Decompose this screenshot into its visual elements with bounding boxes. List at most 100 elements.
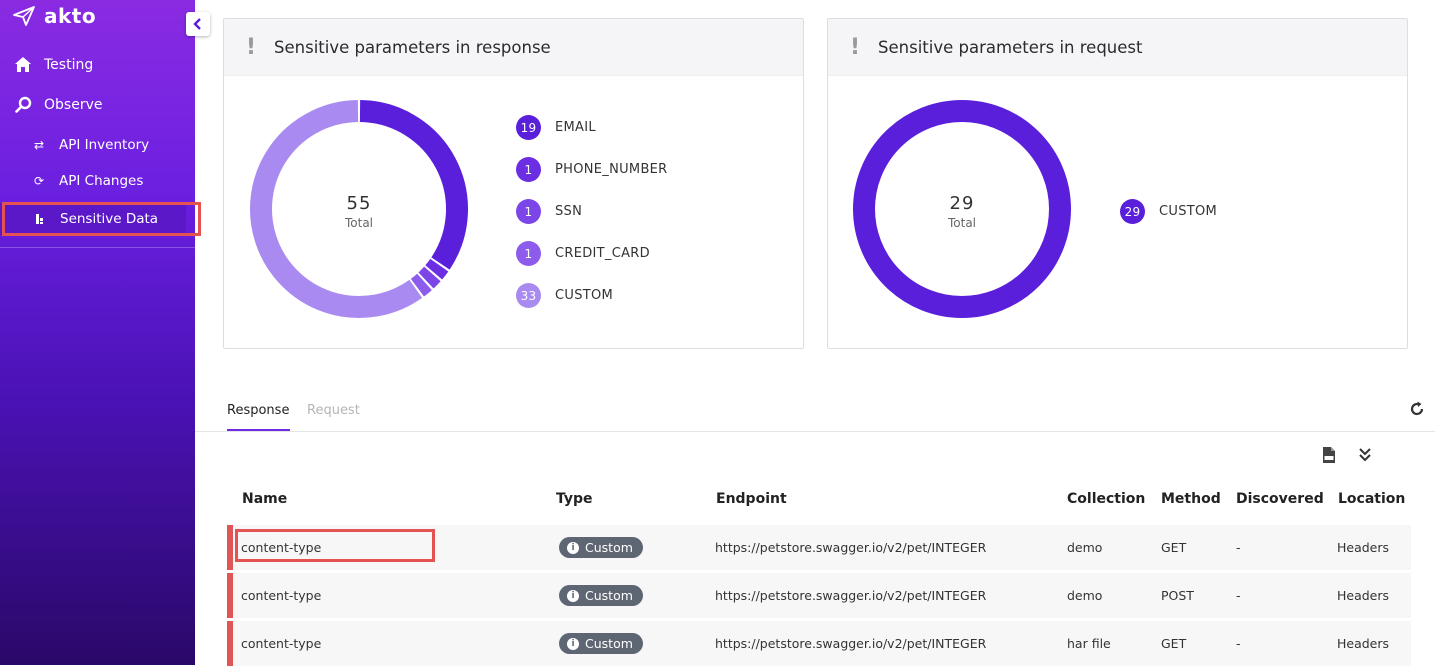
- column-header-endpoint[interactable]: Endpoint: [716, 491, 787, 507]
- cell-location: Headers: [1337, 588, 1390, 603]
- donut-slice[interactable]: [410, 273, 432, 297]
- sidebar-item-label: API Inventory: [59, 137, 150, 153]
- collapse-sidebar-button[interactable]: [186, 12, 210, 36]
- count-badge: 1: [516, 199, 541, 224]
- paper-plane-icon: [13, 6, 35, 26]
- sidebar-item-testing[interactable]: Testing: [14, 56, 93, 73]
- cell-collection: demo: [1067, 588, 1103, 603]
- swap-icon: ⇄: [33, 138, 45, 152]
- tab-request[interactable]: Request: [307, 403, 360, 418]
- donut-total-label: Total: [947, 216, 977, 230]
- type-label: Custom: [585, 588, 633, 603]
- cell-type: i Custom: [559, 573, 643, 618]
- cell-collection: har file: [1067, 636, 1111, 651]
- count-badge: 33: [516, 283, 541, 308]
- cell-location: Headers: [1337, 540, 1390, 555]
- csv-download-icon[interactable]: [1322, 446, 1336, 464]
- cell-type: i Custom: [559, 621, 643, 666]
- refresh-icon[interactable]: [1408, 400, 1426, 418]
- chevron-left-icon: [193, 18, 201, 30]
- type-badge: i Custom: [559, 633, 643, 654]
- legend-item: 1 PHONE_NUMBER: [516, 157, 668, 182]
- legend-label: PHONE_NUMBER: [555, 162, 668, 177]
- cell-location: Headers: [1337, 636, 1390, 651]
- card-title: Sensitive parameters in request: [878, 37, 1143, 57]
- info-icon: i: [567, 589, 579, 602]
- donut-center: 55 Total: [299, 193, 419, 230]
- logo-text: akto: [44, 4, 97, 28]
- sidebar-item-observe[interactable]: Observe: [15, 96, 102, 113]
- sidebar-item-label: Observe: [44, 96, 103, 113]
- legend-label: SSN: [555, 204, 583, 219]
- sensitive-response-card: ! Sensitive parameters in response 55 To…: [223, 18, 804, 349]
- legend-item: 19 EMAIL: [516, 115, 596, 140]
- donut-total-label: Total: [344, 216, 374, 230]
- cell-name: content-type: [241, 588, 322, 603]
- refresh-icon: ⟳: [33, 174, 45, 188]
- count-badge: 1: [516, 241, 541, 266]
- column-header-type[interactable]: Type: [556, 491, 593, 507]
- sidebar-item-label: Testing: [44, 56, 94, 73]
- card-header: ! Sensitive parameters in response: [224, 19, 803, 76]
- donut-center: 29 Total: [902, 193, 1022, 230]
- cell-method: GET: [1161, 540, 1187, 555]
- legend-item: 29 CUSTOM: [1120, 199, 1217, 224]
- severity-marker: [227, 573, 233, 618]
- expand-all-icon[interactable]: [1358, 447, 1372, 463]
- highlight-box: [2, 202, 201, 236]
- cell-discovered: -: [1236, 636, 1241, 651]
- cell-endpoint: https://petstore.swagger.io/v2/pet/INTEG…: [715, 540, 987, 555]
- cell-endpoint: https://petstore.swagger.io/v2/pet/INTEG…: [715, 588, 987, 603]
- highlight-box: [235, 529, 435, 562]
- sidebar: akto Testing Observe ⇄ API Inventory ⟳ A…: [0, 0, 195, 665]
- legend-item: 1 SSN: [516, 199, 582, 224]
- card-header: ! Sensitive parameters in request: [828, 19, 1407, 76]
- sensitive-request-card: ! Sensitive parameters in request 29 Tot…: [827, 18, 1408, 349]
- table-row[interactable]: content-type i Custom https://petstore.sw…: [227, 621, 1411, 666]
- legend-label: EMAIL: [555, 120, 596, 135]
- donut-slice[interactable]: [359, 100, 468, 270]
- column-header-collection[interactable]: Collection: [1067, 491, 1145, 507]
- cell-discovered: -: [1236, 588, 1241, 603]
- cell-collection: demo: [1067, 540, 1103, 555]
- type-label: Custom: [585, 540, 633, 555]
- type-badge: i Custom: [559, 537, 643, 558]
- sidebar-divider: [0, 247, 195, 248]
- home-icon: [15, 57, 31, 72]
- donut-total: 55: [346, 193, 372, 214]
- akto-logo[interactable]: akto: [12, 4, 96, 28]
- exclamation-icon: !: [850, 34, 861, 60]
- count-badge: 1: [516, 157, 541, 182]
- cell-endpoint: https://petstore.swagger.io/v2/pet/INTEG…: [715, 636, 987, 651]
- sidebar-item-label: API Changes: [59, 173, 144, 189]
- count-badge: 29: [1120, 199, 1145, 224]
- cell-discovered: -: [1236, 540, 1241, 555]
- severity-marker: [227, 525, 233, 570]
- sidebar-item-api-changes[interactable]: ⟳ API Changes: [33, 173, 143, 189]
- info-icon: i: [567, 637, 579, 650]
- count-badge: 19: [516, 115, 541, 140]
- table-row[interactable]: content-type i Custom https://petstore.sw…: [227, 573, 1411, 618]
- column-header-location[interactable]: Location: [1338, 491, 1405, 507]
- search-icon: [15, 96, 32, 113]
- card-title: Sensitive parameters in response: [274, 37, 551, 57]
- donut-slice[interactable]: [418, 266, 441, 289]
- exclamation-icon: !: [246, 34, 257, 60]
- cell-method: GET: [1161, 636, 1187, 651]
- severity-marker: [227, 621, 233, 666]
- legend-label: CUSTOM: [555, 288, 614, 303]
- info-icon: i: [567, 541, 579, 554]
- cell-type: i Custom: [559, 525, 643, 570]
- tab-response[interactable]: Response: [227, 403, 289, 418]
- column-header-method[interactable]: Method: [1161, 491, 1221, 507]
- tabs-divider: [195, 431, 1435, 432]
- legend-item: 1 CREDIT_CARD: [516, 241, 650, 266]
- type-label: Custom: [585, 636, 633, 651]
- donut-slice[interactable]: [425, 258, 449, 280]
- legend-label: CUSTOM: [1159, 204, 1218, 219]
- type-badge: i Custom: [559, 585, 643, 606]
- sidebar-item-api-inventory[interactable]: ⇄ API Inventory: [33, 137, 149, 153]
- column-header-name[interactable]: Name: [242, 491, 287, 507]
- column-header-discovered[interactable]: Discovered: [1236, 491, 1324, 507]
- legend-item: 33 CUSTOM: [516, 283, 613, 308]
